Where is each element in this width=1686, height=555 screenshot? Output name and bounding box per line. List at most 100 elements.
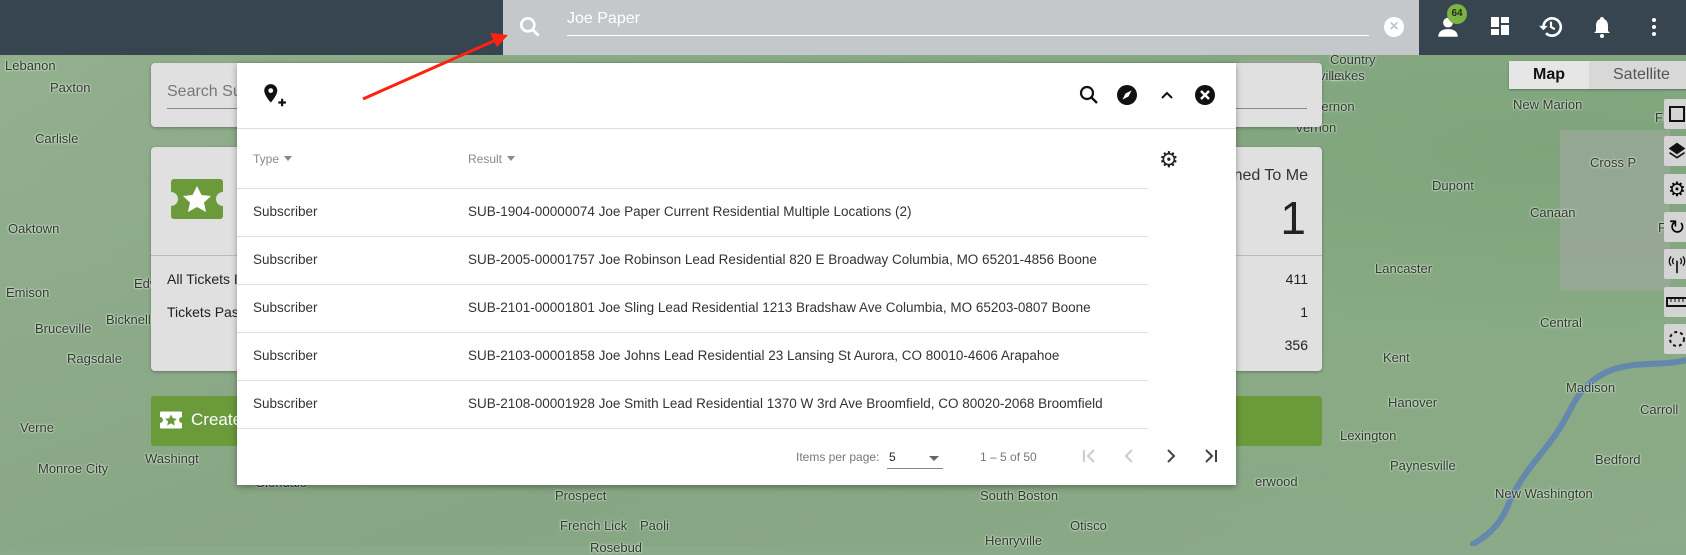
map-place-label: Dupont xyxy=(1432,178,1474,193)
measure-tool[interactable] xyxy=(1664,287,1686,317)
map-type-toggle: Map Satellite xyxy=(1509,61,1686,89)
more-vert-icon[interactable] xyxy=(1642,14,1666,40)
search-input[interactable]: Joe Paper xyxy=(567,10,640,28)
antenna-tool[interactable] xyxy=(1664,249,1686,279)
count-all-tickets[interactable]: 411 xyxy=(1286,271,1308,287)
row-type: Subscriber xyxy=(253,348,318,363)
last-page-icon[interactable] xyxy=(1199,444,1223,468)
row-result[interactable]: SUB-2103-00001858 Joe Johns Lead Residen… xyxy=(468,348,1059,363)
chevron-down-icon xyxy=(929,456,939,466)
map-place-label: Prospect xyxy=(555,488,607,503)
row-result[interactable]: SUB-1904-00000074 Joe Paper Current Resi… xyxy=(468,204,912,219)
count-tickets-past[interactable]: 1 xyxy=(1300,304,1308,320)
map-place-label: Canaan xyxy=(1530,205,1576,220)
map-place-label: Oaktown xyxy=(8,221,60,236)
map-place-label: South Boston xyxy=(980,488,1059,503)
map-place-label: Hanover xyxy=(1388,395,1438,410)
map-place-label: Central xyxy=(1540,315,1582,330)
page-range: 1 – 5 of 50 xyxy=(980,450,1037,464)
row-type: Subscriber xyxy=(253,252,318,267)
map-place-label: Carroll xyxy=(1640,402,1679,417)
table-row[interactable]: Subscriber SUB-2108-00001928 Joe Smith Le… xyxy=(237,380,1149,428)
previous-page-icon[interactable] xyxy=(1117,444,1141,468)
settings-tool[interactable]: ⚙ xyxy=(1664,174,1686,204)
items-per-page-label: Items per page: xyxy=(796,450,880,464)
search-icon[interactable] xyxy=(517,14,543,40)
refresh-tool[interactable]: ↻ xyxy=(1664,212,1686,242)
map-place-label: Madison xyxy=(1566,380,1616,395)
layers-tool[interactable] xyxy=(1664,136,1686,166)
clear-search-icon[interactable]: × xyxy=(1384,17,1404,37)
map-place-label: Carlisle xyxy=(35,131,79,146)
map-place-label: Kent xyxy=(1383,350,1410,365)
gear-icon: ⚙ xyxy=(1668,178,1686,201)
ticket-star-icon xyxy=(171,179,223,219)
table-row[interactable]: Subscriber SUB-1904-00000074 Joe Paper Cu… xyxy=(237,188,1149,236)
history-icon[interactable] xyxy=(1538,14,1564,40)
table-row[interactable]: Subscriber SUB-2101-00001801 Joe Sling Le… xyxy=(237,284,1149,332)
map-place-label: Bruceville xyxy=(35,321,92,336)
chevron-up-icon[interactable] xyxy=(1155,83,1179,107)
tickets-past-label[interactable]: Tickets Pas xyxy=(167,304,239,320)
map-place-label: French Lick xyxy=(560,518,628,533)
assigned-to-me-label: ned To Me xyxy=(1233,167,1308,184)
subscriber-search-input[interactable]: Search Su xyxy=(167,83,242,101)
map-place-label: Bicknell xyxy=(106,312,151,327)
map-place-label: Rosebud xyxy=(590,540,643,555)
popup-header xyxy=(237,63,1236,129)
map-place-label: Paoli xyxy=(640,518,669,533)
next-page-icon[interactable] xyxy=(1159,444,1183,468)
lasso-select-tool[interactable] xyxy=(1664,324,1686,354)
search-icon[interactable] xyxy=(1077,83,1101,107)
table-row[interactable]: Subscriber SUB-2103-00001858 Joe Johns Le… xyxy=(237,332,1149,380)
dashed-select-icon xyxy=(1669,331,1685,347)
add-location-icon[interactable] xyxy=(261,83,287,109)
map-tab[interactable]: Map xyxy=(1509,61,1589,89)
map-place-label: Lancaster xyxy=(1375,261,1433,276)
refresh-icon: ↻ xyxy=(1668,216,1686,239)
map-place-label: Monroe City xyxy=(38,461,109,476)
global-search[interactable]: Joe Paper × xyxy=(503,0,1419,55)
compass-icon[interactable] xyxy=(1115,83,1139,107)
square-icon xyxy=(1669,106,1685,122)
count-third[interactable]: 356 xyxy=(1285,337,1308,353)
ticket-star-icon xyxy=(160,411,182,429)
map-place-label: Emison xyxy=(6,285,50,300)
all-tickets-label[interactable]: All Tickets I xyxy=(167,271,238,287)
dashboard-icon[interactable] xyxy=(1488,14,1512,38)
layers-icon xyxy=(1668,142,1686,159)
draw-rectangle-tool[interactable] xyxy=(1664,99,1686,129)
row-result[interactable]: SUB-2101-00001801 Joe Sling Lead Residen… xyxy=(468,300,1091,315)
map-place-label: Paynesville xyxy=(1390,458,1456,473)
map-place-label: erwood xyxy=(1255,474,1298,489)
map-place-label: Washingt xyxy=(145,451,199,466)
page-size-value: 5 xyxy=(889,450,896,464)
row-result[interactable]: SUB-2108-00001928 Joe Smith Lead Residen… xyxy=(468,396,1103,411)
satellite-tab[interactable]: Satellite xyxy=(1589,61,1686,89)
table-settings-gear-icon[interactable]: ⚙ xyxy=(1159,147,1179,173)
first-page-icon[interactable] xyxy=(1077,444,1101,468)
ruler-icon xyxy=(1666,297,1686,307)
close-icon[interactable] xyxy=(1193,83,1217,107)
map-place-label: Paxton xyxy=(50,80,91,95)
table-row[interactable]: Subscriber SUB-2005-00001757 Joe Robinson… xyxy=(237,236,1149,284)
column-header-type[interactable]: Type xyxy=(253,152,292,166)
map-place-label: Lexington xyxy=(1340,428,1397,443)
search-underline xyxy=(567,35,1369,36)
row-result[interactable]: SUB-2005-00001757 Joe Robinson Lead Resi… xyxy=(468,252,1097,267)
page-size-select[interactable]: 5 xyxy=(887,445,943,469)
column-header-result[interactable]: Result xyxy=(468,152,515,166)
map-place-label: New Marion xyxy=(1513,97,1583,112)
antenna-icon xyxy=(1668,256,1686,274)
row-type: Subscriber xyxy=(253,204,318,219)
search-results-popup: Type Result ⚙ Subscriber SUB-1904-0000007… xyxy=(237,63,1236,485)
assigned-to-me-count[interactable]: 1 xyxy=(1280,191,1306,245)
map-place-label: Verne xyxy=(20,420,54,435)
map-place-label: Lebanon xyxy=(5,58,56,73)
map-place-label: Otisco xyxy=(1070,518,1107,533)
map-place-label: Bedford xyxy=(1595,452,1641,467)
map-place-label: New Washington xyxy=(1495,486,1593,501)
row-type: Subscriber xyxy=(253,396,318,411)
bell-icon[interactable] xyxy=(1590,14,1614,40)
top-bar: Joe Paper × 64 xyxy=(0,0,1686,55)
